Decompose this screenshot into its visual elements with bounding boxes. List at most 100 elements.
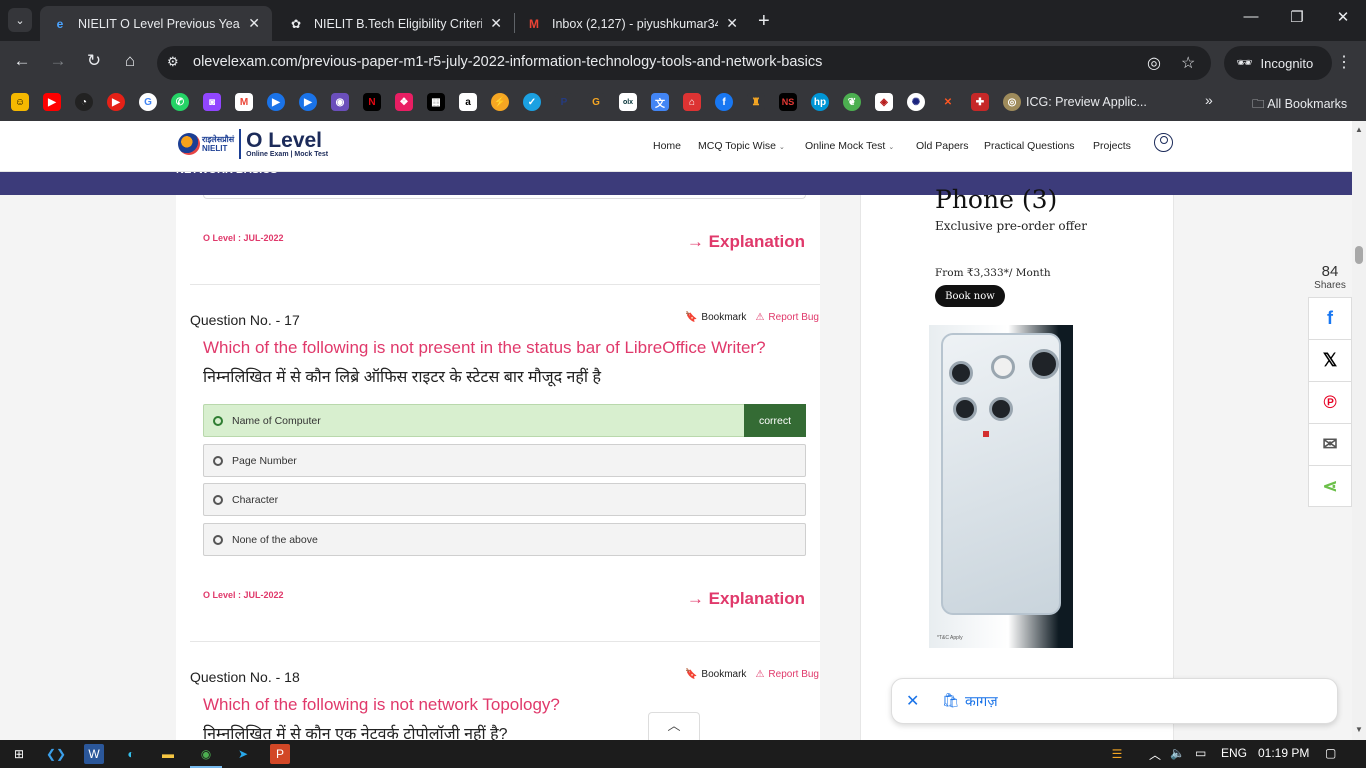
report-bug-button[interactable]: Report Bug xyxy=(768,312,819,323)
bookmark-youtube-music-icon[interactable]: ▶ xyxy=(107,93,125,111)
bookmark-icon[interactable]: 🔖 xyxy=(685,312,697,323)
user-account-icon[interactable] xyxy=(1154,133,1173,152)
bookmark-gmail-icon[interactable]: M xyxy=(235,93,253,111)
bookmark-icon[interactable]: 🔖 xyxy=(685,669,697,680)
reload-icon[interactable]: ↻ xyxy=(82,51,106,71)
pinterest-share-icon[interactable]: ℗ xyxy=(1308,381,1352,423)
bookmark-badge-icon[interactable]: ◈ xyxy=(875,93,893,111)
bookmark-button[interactable]: Bookmark xyxy=(701,669,746,680)
bookmark-play-icon[interactable]: ▶ xyxy=(267,93,285,111)
close-icon[interactable]: ✕ xyxy=(906,691,919,711)
tab-olevel[interactable]: e NIELIT O Level Previous Year So ✕ xyxy=(40,6,272,41)
all-bookmarks-button[interactable]: 🗀 All Bookmarks xyxy=(1252,95,1347,116)
close-icon[interactable]: ✕ xyxy=(248,15,260,32)
site-settings-icon[interactable]: ⚙ xyxy=(167,54,179,70)
address-bar[interactable]: ⚙ olevelexam.com/previous-paper-m1-r5-ju… xyxy=(157,46,1211,80)
incognito-badge[interactable]: 🕶 Incognito xyxy=(1224,46,1332,80)
bookmark-icg-label[interactable]: ICG: Preview Applic... xyxy=(1026,95,1147,109)
email-share-icon[interactable]: ✉ xyxy=(1308,423,1352,465)
bookmark-netflix-icon[interactable]: N xyxy=(363,93,381,111)
option-correct[interactable]: Name of Computer correct xyxy=(203,404,806,437)
sidebar-ad[interactable]: Phone (3) Exclusive pre-order offer From… xyxy=(860,185,1174,740)
bookmark-bolt-icon[interactable]: ⚡ xyxy=(491,93,509,111)
bookmark-facebook-icon[interactable]: f xyxy=(715,93,733,111)
floating-search-bar[interactable]: ✕ 🛍 कागज़ xyxy=(891,678,1338,724)
file-explorer-icon[interactable]: ▬ xyxy=(158,744,178,764)
prev-explanation-link[interactable]: → Explanation xyxy=(687,232,805,252)
option[interactable]: Character xyxy=(203,483,806,516)
bookmark-amazon-icon[interactable]: a xyxy=(459,93,477,111)
page-scrollbar[interactable]: ▲ ▼ xyxy=(1352,121,1366,740)
nav-practical-questions[interactable]: Practical Questions xyxy=(984,140,1074,152)
bookmark-speedometer-icon[interactable]: ◔ xyxy=(75,93,93,111)
powerpoint-icon[interactable]: P xyxy=(270,744,290,764)
url-text[interactable]: olevelexam.com/previous-paper-m1-r5-july… xyxy=(193,54,822,70)
edge-icon[interactable]: ◐ xyxy=(121,744,141,764)
bookmark-building-icon[interactable]: ⌂ xyxy=(683,93,701,111)
bookmark-hp-icon[interactable]: hp xyxy=(811,93,829,111)
language-indicator[interactable]: ENG xyxy=(1221,746,1247,760)
bookmark-leaf-icon[interactable]: ❦ xyxy=(843,93,861,111)
nav-home[interactable]: Home xyxy=(653,140,681,152)
x-share-icon[interactable]: 𝕏 xyxy=(1308,339,1352,381)
show-hidden-icons-icon[interactable]: ︿ xyxy=(1149,746,1161,763)
floating-search-text[interactable]: कागज़ xyxy=(965,692,998,711)
bookmark-twitch-icon[interactable]: ◙ xyxy=(203,93,221,111)
more-bookmarks-icon[interactable]: » xyxy=(1205,92,1213,108)
bookmark-grid-icon[interactable]: ▦ xyxy=(427,93,445,111)
forward-icon[interactable]: → xyxy=(46,51,70,71)
close-icon[interactable]: ✕ xyxy=(490,15,502,32)
bookmark-google-icon[interactable]: G xyxy=(139,93,157,111)
tab-search-button[interactable]: ⌄ xyxy=(8,8,32,32)
network-icon[interactable]: ▭ xyxy=(1195,746,1206,760)
bookmark-g-icon[interactable]: G xyxy=(587,93,605,111)
word-icon[interactable]: W xyxy=(84,744,104,764)
bookmark-paypal-icon[interactable]: P xyxy=(555,93,573,111)
option[interactable]: None of the above xyxy=(203,523,806,556)
explanation-link[interactable]: → Explanation xyxy=(687,589,805,609)
vscode-icon[interactable]: ❮❯ xyxy=(46,744,66,764)
ad-book-now-button[interactable]: Book now xyxy=(935,285,1005,307)
bookmark-olx-icon[interactable]: olx xyxy=(619,93,637,111)
home-icon[interactable]: ⌂ xyxy=(118,51,142,71)
back-icon[interactable]: ← xyxy=(10,51,34,71)
bookmark-x-icon[interactable]: ✕ xyxy=(939,93,957,111)
bookmark-cross-icon[interactable]: ✚ xyxy=(971,93,989,111)
scroll-down-arrow-icon[interactable]: ▼ xyxy=(1355,725,1363,734)
bookmark-translate-icon[interactable]: 文 xyxy=(651,93,669,111)
restore-icon[interactable]: ❐ xyxy=(1287,8,1307,26)
clock[interactable]: 01:19 PM xyxy=(1258,746,1309,760)
nav-mcq-topic-wise[interactable]: MCQ Topic Wise ⌄ xyxy=(698,140,785,152)
nav-online-mock-test[interactable]: Online Mock Test ⌄ xyxy=(805,140,894,152)
volume-icon[interactable]: 🔈 xyxy=(1170,746,1185,760)
facebook-share-icon[interactable]: f xyxy=(1308,297,1352,339)
bookmark-ns-icon[interactable]: NS xyxy=(779,93,797,111)
bookmark-seal-icon[interactable]: ✺ xyxy=(907,93,925,111)
bookmark-button[interactable]: Bookmark xyxy=(701,312,746,323)
scroll-to-top-button[interactable]: ︿ xyxy=(648,712,700,740)
scroll-up-arrow-icon[interactable]: ▲ xyxy=(1355,125,1363,134)
bookmark-whatsapp-icon[interactable]: ✆ xyxy=(171,93,189,111)
bookmark-smiley-icon[interactable]: ☺ xyxy=(11,93,29,111)
close-icon[interactable]: ✕ xyxy=(726,15,738,32)
bookmark-play2-icon[interactable]: ▶ xyxy=(299,93,317,111)
windows-start-icon[interactable]: ⊞ xyxy=(9,744,29,764)
nav-projects[interactable]: Projects xyxy=(1093,140,1131,152)
report-bug-button[interactable]: Report Bug xyxy=(768,669,819,680)
option[interactable]: Page Number xyxy=(203,444,806,477)
ad-phone-image[interactable]: *T&C Apply xyxy=(929,325,1073,648)
eye-off-icon[interactable]: ◎ xyxy=(1147,53,1161,73)
new-tab-button[interactable]: + xyxy=(758,10,770,33)
bookmark-emblem-icon[interactable]: ◉ xyxy=(331,93,349,111)
bookmark-check-icon[interactable]: ✓ xyxy=(523,93,541,111)
scrollbar-thumb[interactable] xyxy=(1355,246,1363,264)
star-icon[interactable]: ☆ xyxy=(1181,53,1195,73)
notification-app-icon[interactable]: ☰ xyxy=(1107,744,1127,764)
bookmark-emblem2-icon[interactable]: ♜ xyxy=(747,93,765,111)
tab-btech[interactable]: ✿ NIELIT B.Tech Eligibility Criteria ✕ xyxy=(276,6,514,41)
notifications-icon[interactable]: ▢ xyxy=(1325,746,1336,760)
chrome-icon[interactable]: ◉ xyxy=(190,744,222,768)
menu-icon[interactable]: ⋮ xyxy=(1336,52,1352,72)
close-window-icon[interactable]: ✕ xyxy=(1333,8,1353,26)
bookmark-gift-icon[interactable]: ❖ xyxy=(395,93,413,111)
